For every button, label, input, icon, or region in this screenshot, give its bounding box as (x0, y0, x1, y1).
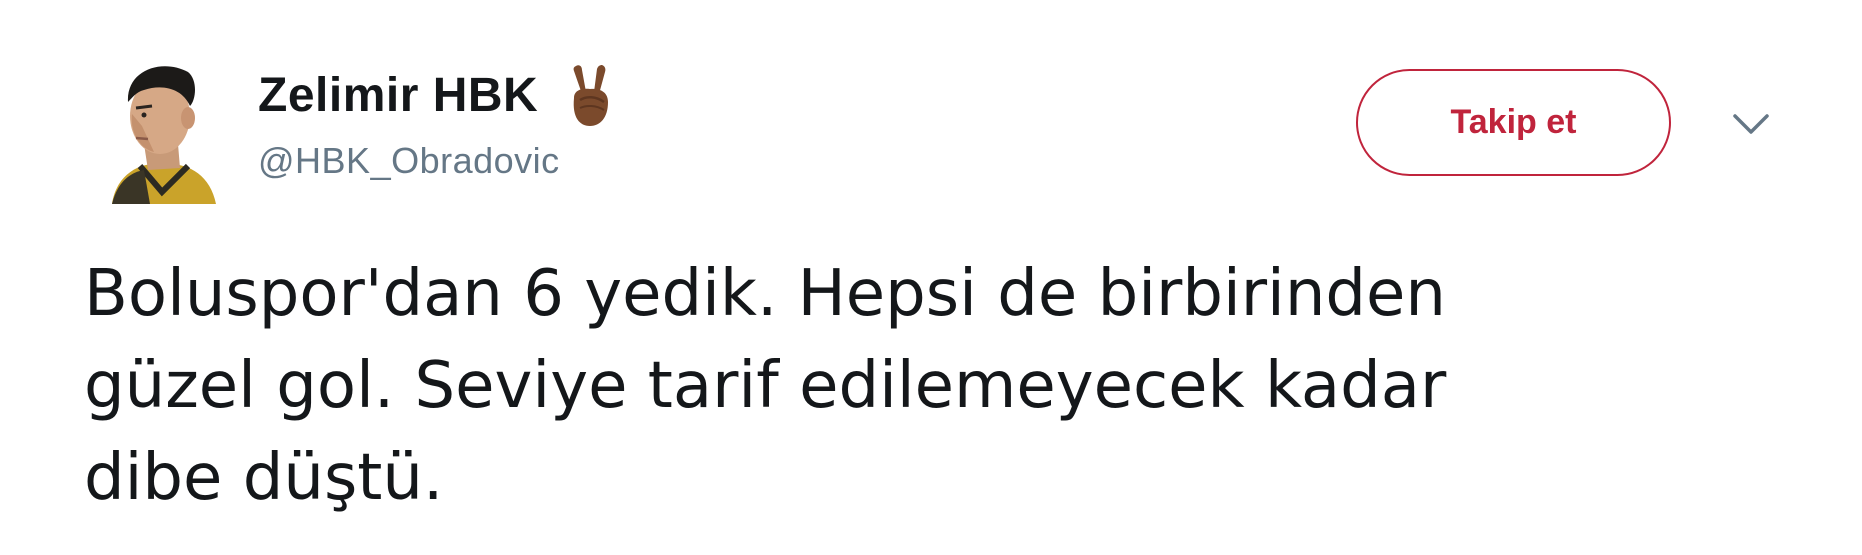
name-row: Zelimir HBK (258, 60, 614, 130)
avatar[interactable] (92, 44, 222, 204)
tweet-text: Boluspor'dan 6 yedik. Hepsi de birbirind… (84, 257, 1447, 515)
follow-button[interactable]: Takip et (1356, 69, 1671, 176)
user-info: Zelimir HBK @HBK_Obradovic (258, 60, 614, 182)
chevron-down-icon[interactable] (1732, 112, 1770, 136)
tweet-card: Zelimir HBK @HBK_Obradovic Takip et Bolu… (0, 0, 1862, 555)
avatar-image (112, 66, 216, 204)
victory-hand-emoji-icon (566, 62, 614, 128)
user-handle[interactable]: @HBK_Obradovic (258, 140, 614, 182)
display-name[interactable]: Zelimir HBK (258, 68, 538, 123)
